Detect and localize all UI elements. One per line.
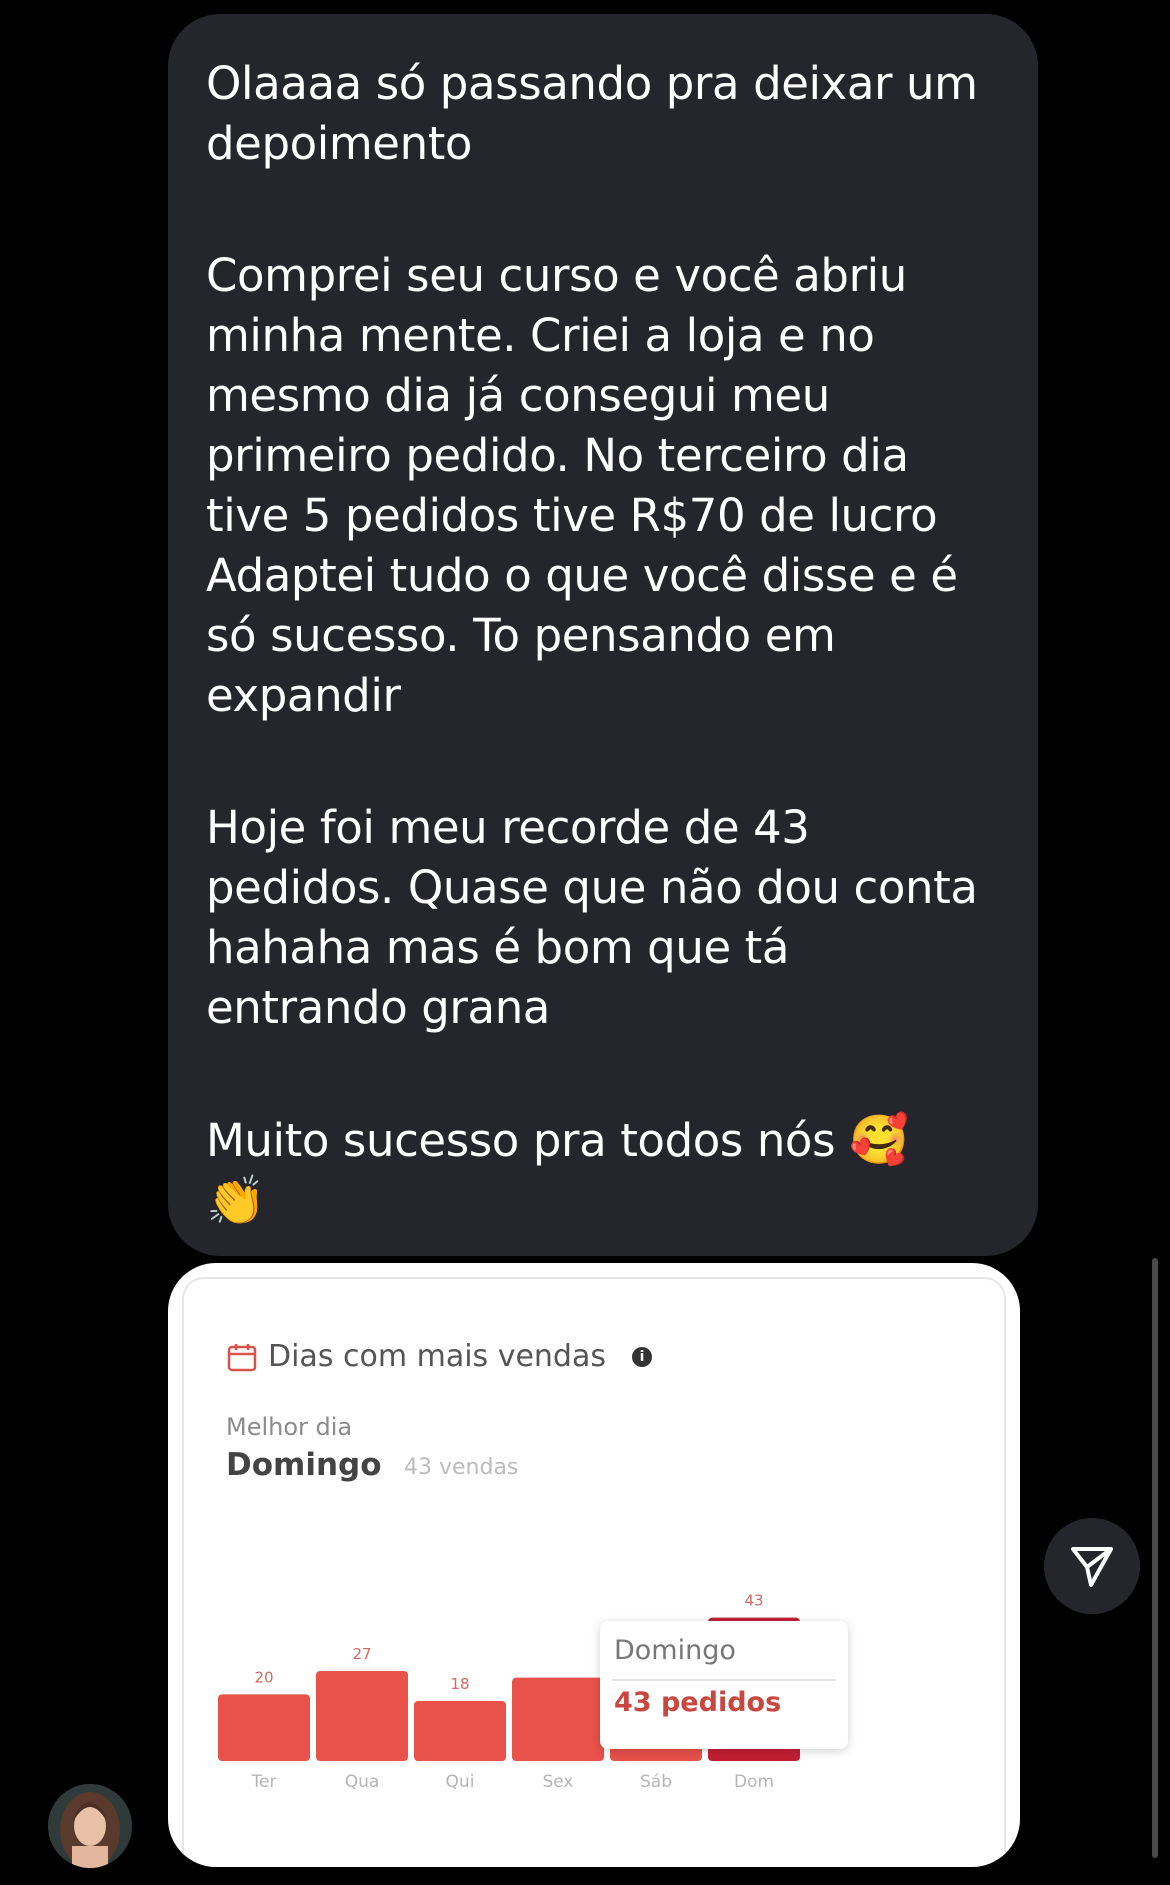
scrollbar[interactable] [1152,1258,1158,1858]
avatar-image [48,1784,132,1868]
data-label-qua: 27 [352,1645,371,1663]
image-attachment[interactable]: Dias com mais vendas i Melhor dia Doming… [168,1263,1020,1867]
data-label-dom: 43 [744,1592,763,1610]
tooltip-day: Domingo [614,1635,736,1666]
bar-qua[interactable] [316,1671,408,1761]
clapping-hands-emoji: 👏 [206,1173,266,1229]
avatar[interactable] [48,1784,132,1868]
message-paragraph-4-text: Muito sucesso pra todos nós [206,1114,836,1167]
data-label-ter: 20 [254,1668,273,1686]
bar-qui[interactable] [414,1701,506,1761]
send-icon [1071,1547,1113,1587]
message-paragraph-4: Muito sucesso pra todos nós 🥰 👏 [206,1110,1002,1232]
tick-label-sáb: Sáb [640,1772,672,1792]
tooltip-divider [612,1679,836,1681]
tick-label-ter: Ter [251,1772,277,1792]
bar-sex[interactable] [512,1677,604,1761]
smiling-hearts-emoji: 🥰 [849,1112,909,1168]
chart-tooltip: Domingo 43 pedidos [600,1621,848,1749]
tick-label-qua: Qua [345,1772,380,1792]
tick-label-qui: Qui [446,1772,475,1792]
tick-label-dom: Dom [734,1772,774,1792]
message-paragraph-1: Olaaaa só passando pra deixar um depoime… [206,57,978,170]
bar-ter[interactable] [218,1694,310,1761]
sales-bar-chart: 20 Ter 27 Qua 18 Qui Sex Sáb 43 Dom [218,1592,800,1792]
message-bubble[interactable]: Olaaaa só passando pra deixar um depoime… [168,14,1038,1256]
tick-label-sex: Sex [542,1772,573,1792]
tooltip-value: 43 pedidos [614,1687,782,1718]
message-paragraph-2: Comprei seu curso e você abriu minha men… [206,249,958,722]
data-label-qui: 18 [450,1675,469,1693]
message-paragraph-3: Hoje foi meu recorde de 43 pedidos. Quas… [206,801,978,1034]
share-button[interactable] [1044,1518,1140,1614]
